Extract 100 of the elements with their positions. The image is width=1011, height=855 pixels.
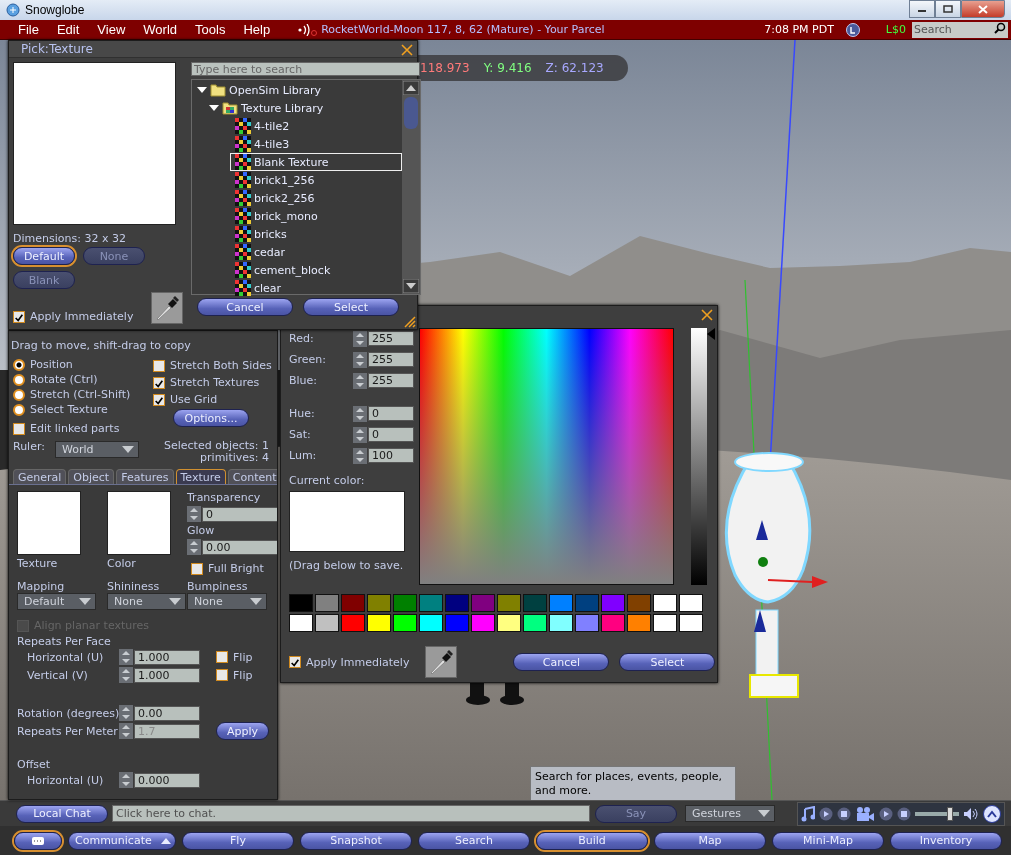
menu-item[interactable]: View <box>88 22 135 37</box>
communicate-button[interactable]: Communicate <box>68 831 176 850</box>
value-field[interactable]: 100 <box>368 448 414 463</box>
radio-button[interactable] <box>13 388 25 401</box>
checkbox[interactable] <box>289 656 301 668</box>
color-swatch[interactable] <box>445 594 469 612</box>
expand-button[interactable] <box>983 804 1001 823</box>
tab[interactable]: General <box>13 469 67 484</box>
color-swatch[interactable] <box>653 614 677 632</box>
value-field[interactable]: 1.000 <box>134 667 200 683</box>
luminance-slider[interactable] <box>691 328 715 585</box>
color-swatch[interactable] <box>575 594 599 612</box>
menu-item[interactable]: File <box>9 22 48 37</box>
dropdown[interactable]: None <box>107 593 186 610</box>
select-button[interactable]: Select <box>303 298 399 316</box>
value-field[interactable]: 255 <box>368 373 414 388</box>
color-swatch[interactable] <box>471 594 495 612</box>
color-swatch[interactable] <box>627 594 651 612</box>
value-field[interactable]: 0 <box>368 406 414 421</box>
color-swatch[interactable] <box>549 614 573 632</box>
maximize-button[interactable] <box>935 0 961 18</box>
checkbox[interactable] <box>13 310 25 323</box>
dropdown[interactable]: World <box>55 441 139 458</box>
color-swatch[interactable] <box>393 614 417 632</box>
toolbar-button[interactable]: Build <box>536 831 648 850</box>
minimize-button[interactable] <box>909 0 935 18</box>
color-swatch[interactable] <box>419 594 443 612</box>
value-field[interactable]: 0 <box>368 427 414 442</box>
dropdown[interactable]: Gestures <box>685 805 775 822</box>
value-field[interactable]: 0 <box>202 506 277 522</box>
color-swatch[interactable] <box>601 614 625 632</box>
search-field[interactable]: Search <box>912 21 994 38</box>
tree-item[interactable]: 4-tile2 <box>230 117 402 135</box>
tree-item[interactable]: cement_block <box>230 261 402 279</box>
swatch-preview[interactable] <box>17 491 81 555</box>
radio-button[interactable] <box>13 358 25 371</box>
texture-option-button[interactable]: Default <box>13 247 75 265</box>
cancel-button[interactable]: Cancel <box>197 298 293 316</box>
color-swatch[interactable] <box>419 614 443 632</box>
apply-button[interactable]: Apply <box>216 722 269 740</box>
checkbox[interactable] <box>13 422 25 435</box>
color-swatch[interactable] <box>367 614 391 632</box>
checkbox[interactable] <box>153 359 165 372</box>
chat-toggle-button[interactable] <box>14 831 62 850</box>
tree-item[interactable]: brick1_256 <box>230 171 402 189</box>
tree-item[interactable]: brick2_256 <box>230 189 402 207</box>
play-icon[interactable] <box>879 806 893 821</box>
slider-thumb[interactable] <box>947 806 954 821</box>
checkbox[interactable] <box>216 651 228 663</box>
tree-item[interactable]: cedar <box>230 243 402 261</box>
checkbox[interactable] <box>153 393 165 406</box>
color-swatch[interactable] <box>523 594 547 612</box>
color-swatch[interactable] <box>497 594 521 612</box>
stop-icon[interactable] <box>897 806 911 821</box>
close-button[interactable] <box>961 0 1005 18</box>
toolbar-button[interactable]: Search <box>418 831 530 850</box>
color-swatch[interactable] <box>653 594 677 612</box>
tree-item[interactable]: bricks <box>230 225 402 243</box>
color-swatch[interactable] <box>315 614 339 632</box>
toolbar-button[interactable]: Fly <box>182 831 294 850</box>
search-field[interactable]: Type here to search <box>191 62 420 76</box>
stop-icon[interactable] <box>837 806 851 821</box>
value-field[interactable]: 0.000 <box>134 772 200 788</box>
radio-button[interactable] <box>13 373 25 386</box>
dropdown[interactable]: None <box>187 593 267 610</box>
cancel-button[interactable]: Cancel <box>513 653 610 671</box>
menu-item[interactable]: Help <box>234 22 280 37</box>
toolbar-button[interactable]: Snapshot <box>300 831 412 850</box>
color-swatch[interactable] <box>575 614 599 632</box>
tree-item[interactable]: 4-tile3 <box>230 135 402 153</box>
value-field[interactable]: 1.000 <box>134 649 200 665</box>
color-swatch[interactable] <box>341 614 365 632</box>
color-swatch[interactable] <box>289 614 313 632</box>
scroll-thumb[interactable] <box>404 97 418 129</box>
location-text[interactable]: RocketWorld-Moon 117, 8, 62 (Mature) - Your Parcel <box>321 23 605 36</box>
checkbox[interactable] <box>191 562 203 575</box>
value-field[interactable]: 255 <box>368 352 414 367</box>
color-swatch[interactable] <box>445 614 469 632</box>
color-swatch[interactable] <box>341 594 365 612</box>
color-swatch[interactable] <box>601 594 625 612</box>
color-swatch[interactable] <box>471 614 495 632</box>
color-swatch[interactable] <box>679 594 703 612</box>
tree-item[interactable]: OpenSim Library <box>192 81 402 99</box>
menu-item[interactable]: Edit <box>47 22 89 37</box>
value-field[interactable]: 0.00 <box>134 705 200 721</box>
menu-item[interactable]: World <box>134 22 187 37</box>
tree-item[interactable]: Blank Texture <box>230 153 402 171</box>
toolbar-button[interactable]: Mini-Map <box>772 831 884 850</box>
slider-thumb[interactable] <box>707 328 715 340</box>
play-icon[interactable] <box>819 806 833 821</box>
options-button[interactable]: Options... <box>173 409 249 427</box>
tab[interactable]: Content <box>227 469 277 484</box>
checkbox[interactable] <box>216 669 228 681</box>
color-swatch[interactable] <box>679 614 703 632</box>
scrollbar[interactable] <box>402 80 420 294</box>
toolbar-button[interactable]: Inventory <box>890 831 1002 850</box>
chat-input[interactable]: Click here to chat. <box>112 805 590 822</box>
color-swatch[interactable] <box>549 594 573 612</box>
tree-item[interactable]: Texture Library <box>204 99 402 117</box>
checkbox[interactable] <box>153 376 165 389</box>
